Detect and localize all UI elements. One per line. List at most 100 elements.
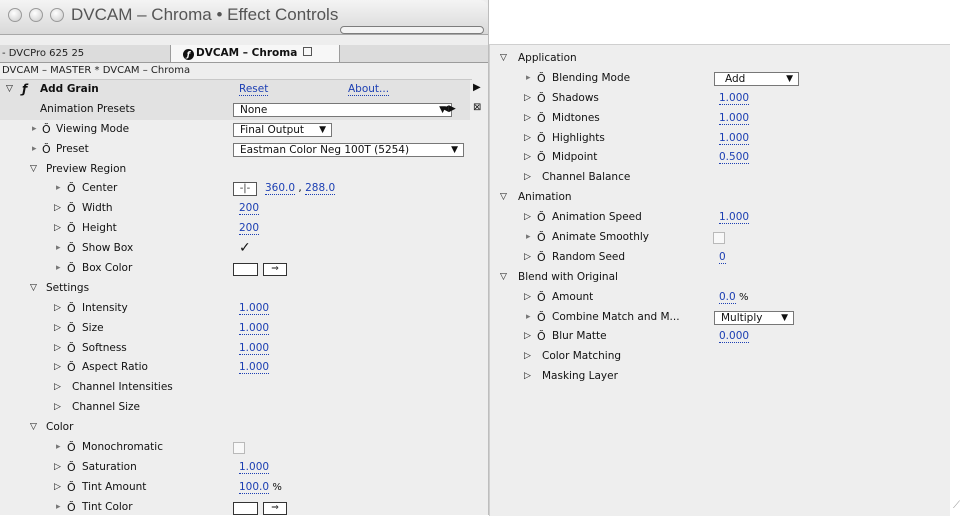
expand-triangle-icon[interactable]: ▷ — [54, 378, 61, 398]
preview-region-group[interactable]: ▽ Preview Region — [0, 160, 470, 180]
close-window-button[interactable] — [8, 8, 22, 22]
expand-triangle-icon[interactable]: ▷ — [524, 168, 531, 188]
channel-balance-group[interactable]: ▷ Channel Balance — [490, 168, 950, 188]
midpoint-value[interactable]: 0.500 — [719, 151, 750, 165]
tab-dvcam-chroma[interactable]: ƒ DVCAM – Chroma — [170, 45, 340, 62]
stopwatch-icon[interactable]: Ŏ — [67, 259, 76, 279]
expand-triangle-icon[interactable]: ▷ — [524, 288, 531, 308]
expand-triangle-icon[interactable]: ▷ — [54, 458, 61, 478]
expand-triangle-icon[interactable]: ▷ — [54, 339, 61, 359]
blur-matte-value[interactable]: 0.000 — [719, 330, 750, 344]
expand-triangle-icon[interactable]: ▷ — [524, 89, 531, 109]
stopwatch-icon[interactable]: Ŏ — [67, 339, 76, 359]
tint-color-swatch[interactable] — [233, 501, 258, 515]
collapse-triangle-icon[interactable]: ▽ — [500, 268, 507, 288]
collapse-triangle-icon[interactable]: ▽ — [30, 279, 37, 299]
show-box-checkbox[interactable]: ✓ — [239, 239, 251, 259]
expand-triangle-icon[interactable]: ▷ — [54, 219, 61, 239]
animation-group[interactable]: ▽ Animation — [490, 188, 950, 208]
eyedropper-icon[interactable]: ⇒ — [263, 501, 287, 515]
color-matching-group[interactable]: ▷ Color Matching — [490, 347, 950, 367]
channel-intensities-group[interactable]: ▷ Channel Intensities — [0, 378, 470, 398]
expand-triangle-icon[interactable]: ▷ — [524, 327, 531, 347]
expand-triangle-icon[interactable]: ▷ — [54, 319, 61, 339]
highlights-value[interactable]: 1.000 — [719, 132, 750, 145]
channel-size-group[interactable]: ▷ Channel Size — [0, 398, 470, 418]
collapse-triangle-icon[interactable]: ▽ — [30, 418, 37, 438]
stopwatch-icon[interactable]: Ŏ — [67, 438, 76, 458]
collapse-triangle-icon[interactable]: ▽ — [6, 80, 13, 100]
play-arrow-icon[interactable]: ▶ — [473, 82, 481, 93]
tint-amount-value[interactable]: 100.0 — [239, 481, 270, 494]
intensity-value[interactable]: 1.000 — [239, 302, 270, 315]
stopwatch-icon[interactable]: Ŏ — [67, 179, 76, 199]
tab-dvcpro[interactable]: - DVCPro 625 25 — [2, 48, 84, 59]
random-seed-value[interactable]: 0 — [719, 251, 726, 264]
application-group[interactable]: ▽ Application — [490, 49, 950, 69]
stopwatch-icon[interactable]: Ŏ — [537, 248, 546, 268]
shadows-value[interactable]: 1.000 — [719, 92, 750, 105]
expand-triangle-icon[interactable]: ▷ — [54, 199, 61, 219]
stopwatch-icon[interactable]: Ŏ — [537, 228, 546, 248]
prev-preset-icon[interactable]: ◀▶ — [442, 100, 456, 120]
stopwatch-icon[interactable]: Ŏ — [537, 69, 546, 89]
zoom-window-button[interactable] — [50, 8, 64, 22]
color-group[interactable]: ▽ Color — [0, 418, 470, 438]
stopwatch-icon[interactable]: Ŏ — [537, 308, 546, 328]
stopwatch-icon[interactable]: Ŏ — [67, 239, 76, 259]
amount-value[interactable]: 0.0 — [719, 291, 736, 304]
softness-value[interactable]: 1.000 — [239, 342, 270, 355]
center-y-value[interactable]: 288.0 — [305, 182, 336, 196]
combine-match-dropdown[interactable]: Multiply ▼ — [714, 310, 794, 325]
saturation-value[interactable]: 1.000 — [239, 461, 270, 474]
about-link[interactable]: About... — [348, 83, 390, 96]
stopwatch-icon[interactable]: Ŏ — [67, 219, 76, 239]
eyedropper-icon[interactable]: ⇒ — [263, 263, 287, 277]
title-bar[interactable]: DVCAM – Chroma • Effect Controls — [0, 0, 488, 35]
collapse-triangle-icon[interactable]: ▽ — [500, 49, 507, 69]
box-color-swatch[interactable] — [233, 263, 258, 277]
stopwatch-icon[interactable]: Ŏ — [537, 89, 546, 109]
stopwatch-icon[interactable]: Ŏ — [537, 327, 546, 347]
resize-grip-icon[interactable]: ⟋ — [953, 500, 960, 511]
stopwatch-icon[interactable]: Ŏ — [67, 299, 76, 319]
stopwatch-icon[interactable]: Ŏ — [537, 129, 546, 149]
blending-mode-dropdown[interactable]: Add ▼ — [714, 71, 799, 86]
animate-smoothly-checkbox[interactable] — [713, 232, 725, 245]
stopwatch-icon[interactable]: Ŏ — [537, 288, 546, 308]
width-value[interactable]: 200 — [239, 202, 260, 216]
crosshair-icon[interactable]: -|- — [233, 182, 257, 197]
collapse-triangle-icon[interactable]: ▽ — [500, 188, 507, 208]
animation-presets-dropdown[interactable]: None ▼ — [233, 102, 452, 117]
expand-triangle-icon[interactable]: ▷ — [54, 478, 61, 498]
stopwatch-icon[interactable]: Ŏ — [67, 319, 76, 339]
aspect-ratio-value[interactable]: 1.000 — [239, 361, 270, 375]
center-x-value[interactable]: 360.0 — [265, 182, 296, 196]
stopwatch-icon[interactable]: Ŏ — [67, 478, 76, 498]
expand-triangle-icon[interactable]: ▷ — [524, 129, 531, 149]
expand-triangle-icon[interactable]: ▷ — [54, 358, 61, 378]
preset-dropdown[interactable]: Eastman Color Neg 100T (5254) ▼ — [233, 142, 464, 157]
stopwatch-icon[interactable]: Ŏ — [67, 358, 76, 378]
stopwatch-icon[interactable]: Ŏ — [537, 148, 546, 168]
stopwatch-icon[interactable]: Ŏ — [537, 109, 546, 129]
masking-layer-group[interactable]: ▷ Masking Layer — [490, 367, 950, 387]
height-value[interactable]: 200 — [239, 222, 260, 236]
expand-triangle-icon[interactable]: ▷ — [524, 208, 531, 228]
expand-triangle-icon[interactable]: ▷ — [524, 248, 531, 268]
toolbar-toggle[interactable] — [340, 26, 484, 34]
expand-triangle-icon[interactable]: ▷ — [54, 299, 61, 319]
monochromatic-checkbox[interactable] — [233, 442, 245, 455]
stopwatch-icon[interactable]: Ŏ — [42, 120, 51, 140]
stopwatch-icon[interactable]: Ŏ — [42, 140, 51, 160]
minimize-window-button[interactable] — [29, 8, 43, 22]
blend-with-original-group[interactable]: ▽ Blend with Original — [490, 268, 950, 288]
panel-menu-icon[interactable]: ⊠ — [473, 102, 481, 113]
effect-toggle-icon[interactable]: ƒ — [22, 80, 27, 100]
viewing-mode-dropdown[interactable]: Final Output ▼ — [233, 122, 332, 137]
expand-triangle-icon[interactable]: ▷ — [524, 148, 531, 168]
settings-group[interactable]: ▽ Settings — [0, 279, 470, 299]
stopwatch-icon[interactable]: Ŏ — [67, 458, 76, 478]
collapse-triangle-icon[interactable]: ▽ — [30, 160, 37, 180]
stopwatch-icon[interactable]: Ŏ — [537, 208, 546, 228]
